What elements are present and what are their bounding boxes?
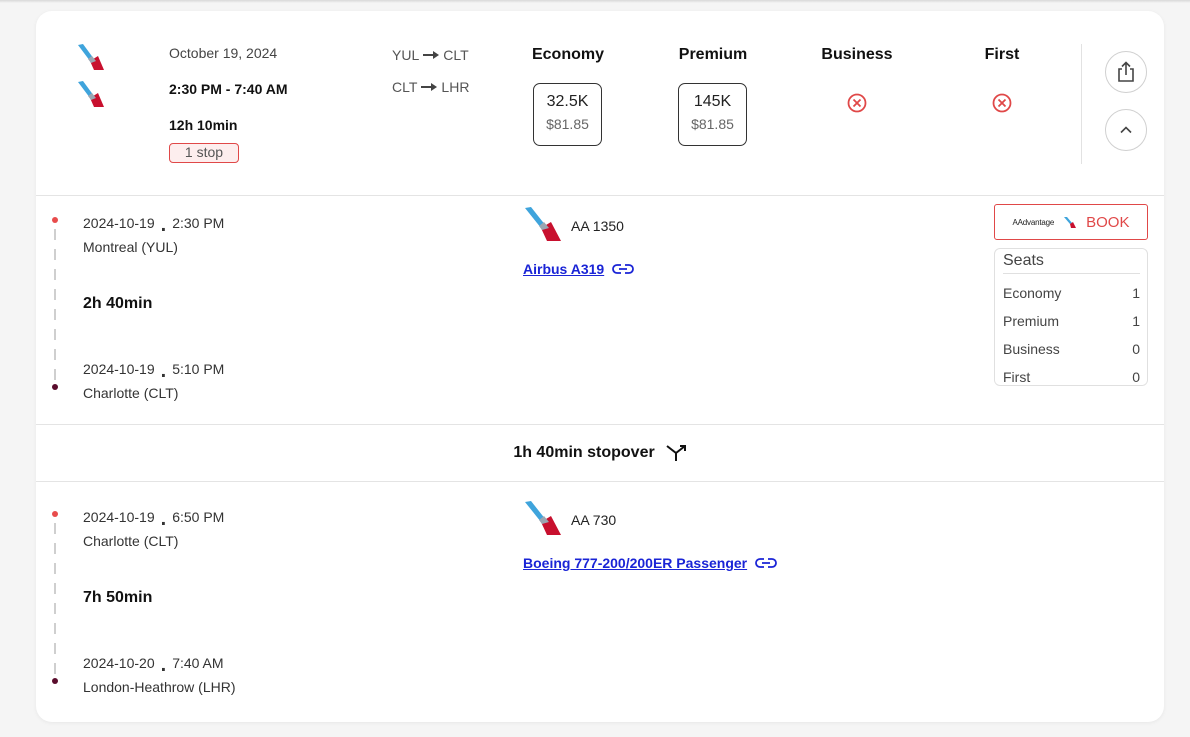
flight-number: AA 730 (571, 512, 617, 528)
flight-times: 2:30 PM - 7:40 AM (169, 81, 288, 97)
seat-row-economy: Economy 1 (1003, 285, 1140, 301)
fare-premium[interactable]: 145K $81.85 (678, 83, 747, 146)
aadvantage-logo: AAdvantage (1012, 217, 1055, 227)
segment-departure-datetime: 2024-10-19 . 6:50 PM (83, 508, 225, 530)
seats-title: Seats (1003, 252, 1044, 269)
segment-arrival-datetime: 2024-10-19 . 5:10 PM (83, 360, 225, 382)
segment-arrival-datetime: 2024-10-20 . 7:40 AM (83, 654, 224, 676)
american-airlines-logo-icon (1064, 216, 1077, 228)
seat-count: 1 (1132, 285, 1140, 301)
aircraft-link[interactable]: Airbus A319 (523, 261, 635, 277)
separator-dot: . (160, 508, 167, 530)
arrival-place: London-Heathrow (LHR) (83, 679, 236, 695)
header-divider (1081, 44, 1082, 164)
arrival-date: 2024-10-20 (83, 655, 155, 671)
arrival-date: 2024-10-19 (83, 361, 155, 377)
share-icon (1118, 61, 1134, 82)
departure-date: 2024-10-19 (83, 215, 155, 231)
flight-duration: 12h 10min (169, 117, 238, 133)
seat-cabin: First (1003, 369, 1031, 385)
separator-dot: . (160, 654, 167, 676)
fare-cash: $81.85 (691, 116, 734, 132)
cabin-header-first: First (984, 46, 1020, 63)
flight-date: October 19, 2024 (169, 45, 278, 61)
route-destination: CLT (443, 47, 469, 63)
collapse-button[interactable] (1105, 109, 1147, 151)
american-airlines-logo-icon (78, 81, 104, 107)
arrival-dot (52, 678, 58, 684)
seat-count: 1 (1132, 313, 1140, 329)
route-origin: YUL (392, 47, 420, 63)
fare-miles: 145K (693, 93, 732, 110)
arrival-dot (52, 384, 58, 390)
stopover-info: 1h 40min stopover (36, 424, 1164, 481)
flight-result-card: October 19, 2024 2:30 PM - 7:40 AM 12h 1… (36, 11, 1164, 722)
segment-duration: 2h 40min (83, 295, 153, 312)
departure-time: 6:50 PM (172, 509, 225, 525)
route-leg-1: YUL CLT (392, 47, 469, 63)
seat-cabin: Business (1003, 341, 1060, 357)
arrival-place: Charlotte (CLT) (83, 385, 179, 401)
section-divider (36, 195, 1164, 196)
share-button[interactable] (1105, 51, 1147, 93)
seat-count: 0 (1132, 369, 1140, 385)
route-origin: CLT (392, 79, 418, 95)
departure-date: 2024-10-19 (83, 509, 155, 525)
fare-economy[interactable]: 32.5K $81.85 (533, 83, 602, 146)
departure-time: 2:30 PM (172, 215, 225, 231)
timeline-dashes (54, 229, 56, 384)
unavailable-icon (847, 93, 867, 113)
segment-departure-datetime: 2024-10-19 . 2:30 PM (83, 214, 225, 236)
departure-place: Charlotte (CLT) (83, 533, 179, 549)
seats-panel: Seats Economy 1 Premium 1 Business 0 Fir… (994, 248, 1148, 386)
book-button[interactable]: AAdvantage BOOK (994, 204, 1148, 240)
seat-cabin: Premium (1003, 313, 1060, 329)
aircraft-name[interactable]: Boeing 777-200/200ER Passenger (523, 555, 747, 571)
departure-dot (52, 511, 58, 517)
timeline-dashes (54, 523, 56, 678)
link-icon (755, 558, 778, 568)
stopover-label: 1h 40min stopover (513, 443, 655, 461)
departure-dot (52, 217, 58, 223)
separator-dot: . (160, 360, 167, 382)
seat-row-business: Business 0 (1003, 341, 1140, 357)
fare-cash: $81.85 (546, 116, 589, 132)
flight-number: AA 1350 (571, 218, 624, 234)
segment-duration: 7h 50min (83, 589, 153, 606)
american-airlines-logo-icon (525, 207, 561, 241)
american-airlines-logo-icon (525, 501, 561, 535)
cabin-header-economy: Economy (531, 46, 604, 63)
aircraft-link[interactable]: Boeing 777-200/200ER Passenger (523, 555, 778, 571)
arrival-time: 5:10 PM (172, 361, 225, 377)
unavailable-icon (992, 93, 1012, 113)
seat-count: 0 (1132, 341, 1140, 357)
fare-miles: 32.5K (546, 93, 589, 110)
seat-row-premium: Premium 1 (1003, 313, 1140, 329)
departure-place: Montreal (YUL) (83, 239, 178, 255)
connection-icon (666, 444, 686, 461)
book-label: BOOK (1086, 213, 1130, 231)
route-leg-2: CLT LHR (392, 79, 469, 95)
section-divider (36, 481, 1164, 482)
cabin-header-business: Business (821, 46, 893, 63)
american-airlines-logo-icon (78, 44, 104, 70)
separator-dot: . (160, 214, 167, 236)
route-destination: LHR (441, 79, 470, 95)
seat-row-first: First 0 (1003, 369, 1140, 385)
chevron-up-icon (1120, 126, 1132, 134)
arrow-right-icon (421, 83, 438, 91)
seats-title-divider (1003, 273, 1140, 274)
seat-cabin: Economy (1003, 285, 1062, 301)
stops-badge: 1 stop (169, 143, 239, 163)
aircraft-name[interactable]: Airbus A319 (523, 261, 604, 277)
arrival-time: 7:40 AM (172, 655, 224, 671)
arrow-right-icon (423, 51, 440, 59)
link-icon (612, 264, 635, 274)
cabin-header-premium: Premium (678, 46, 748, 63)
